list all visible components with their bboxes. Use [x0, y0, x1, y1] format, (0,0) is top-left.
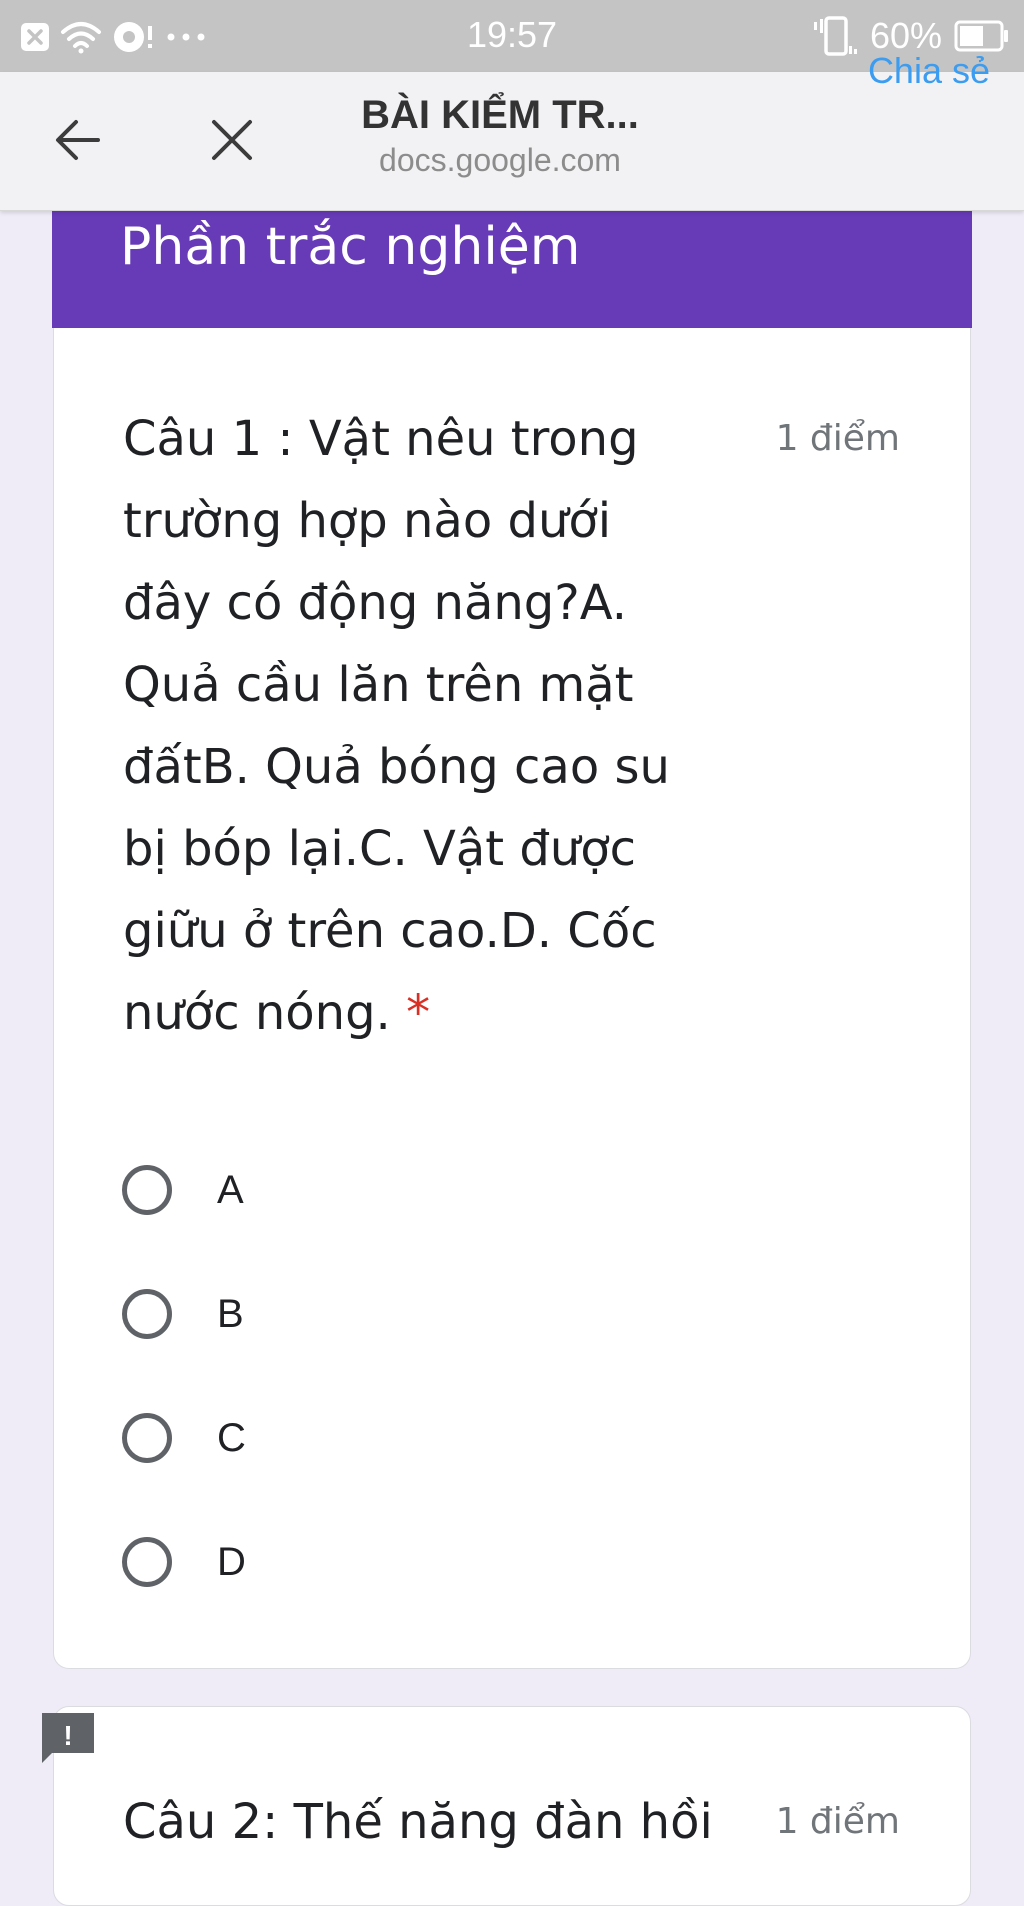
section-header: Phần trắc nghiệm	[52, 195, 972, 328]
radio-button[interactable]	[122, 1289, 172, 1339]
section-title: Phần trắc nghiệm	[120, 217, 581, 277]
question-card: Câu 1 : Vật nêu trong trường hợp nào dướ…	[53, 328, 971, 1669]
option-c[interactable]: C	[122, 1376, 902, 1500]
option-d[interactable]: D	[122, 1500, 902, 1624]
option-a[interactable]: A	[122, 1128, 902, 1252]
question-card: Câu 2: Thế năng đàn hồi 1 điểm	[53, 1706, 971, 1906]
svg-text:!: !	[63, 1720, 72, 1751]
page-domain: docs.google.com	[379, 142, 621, 178]
close-button[interactable]	[192, 109, 272, 175]
back-button[interactable]	[38, 109, 118, 175]
radio-button[interactable]	[122, 1413, 172, 1463]
question-points: 1 điểm	[775, 1801, 900, 1842]
radio-button[interactable]	[122, 1537, 172, 1587]
radio-button[interactable]	[122, 1165, 172, 1215]
page-title: BÀI KIỂM TR...	[361, 93, 639, 137]
answer-options: A B C D	[122, 1128, 902, 1624]
option-label: B	[217, 1291, 244, 1336]
option-label: C	[217, 1415, 246, 1460]
question-text: Câu 2: Thế năng đàn hồi	[123, 1794, 713, 1850]
arrow-left-icon	[54, 118, 102, 166]
close-icon	[210, 118, 254, 166]
question-text: Câu 1 : Vật nêu trong trường hợp nào dướ…	[123, 398, 683, 1054]
report-issue-button[interactable]: !	[40, 1711, 96, 1767]
question-points: 1 điểm	[775, 418, 900, 459]
required-mark: *	[406, 985, 431, 1041]
battery-icon	[954, 20, 1010, 52]
option-label: A	[217, 1167, 244, 1212]
browser-toolbar: BÀI KIỂM TR... docs.google.com Chia sẻ	[0, 50, 1024, 211]
report-issue-icon: !	[40, 1713, 96, 1771]
question-text-body: Câu 1 : Vật nêu trong trường hợp nào dướ…	[123, 411, 670, 1041]
share-button[interactable]: Chia sẻ	[868, 50, 990, 92]
option-b[interactable]: B	[122, 1252, 902, 1376]
page-title-block: BÀI KIỂM TR... docs.google.com	[300, 90, 700, 180]
option-label: D	[217, 1539, 246, 1584]
vibrate-icon	[812, 16, 858, 56]
